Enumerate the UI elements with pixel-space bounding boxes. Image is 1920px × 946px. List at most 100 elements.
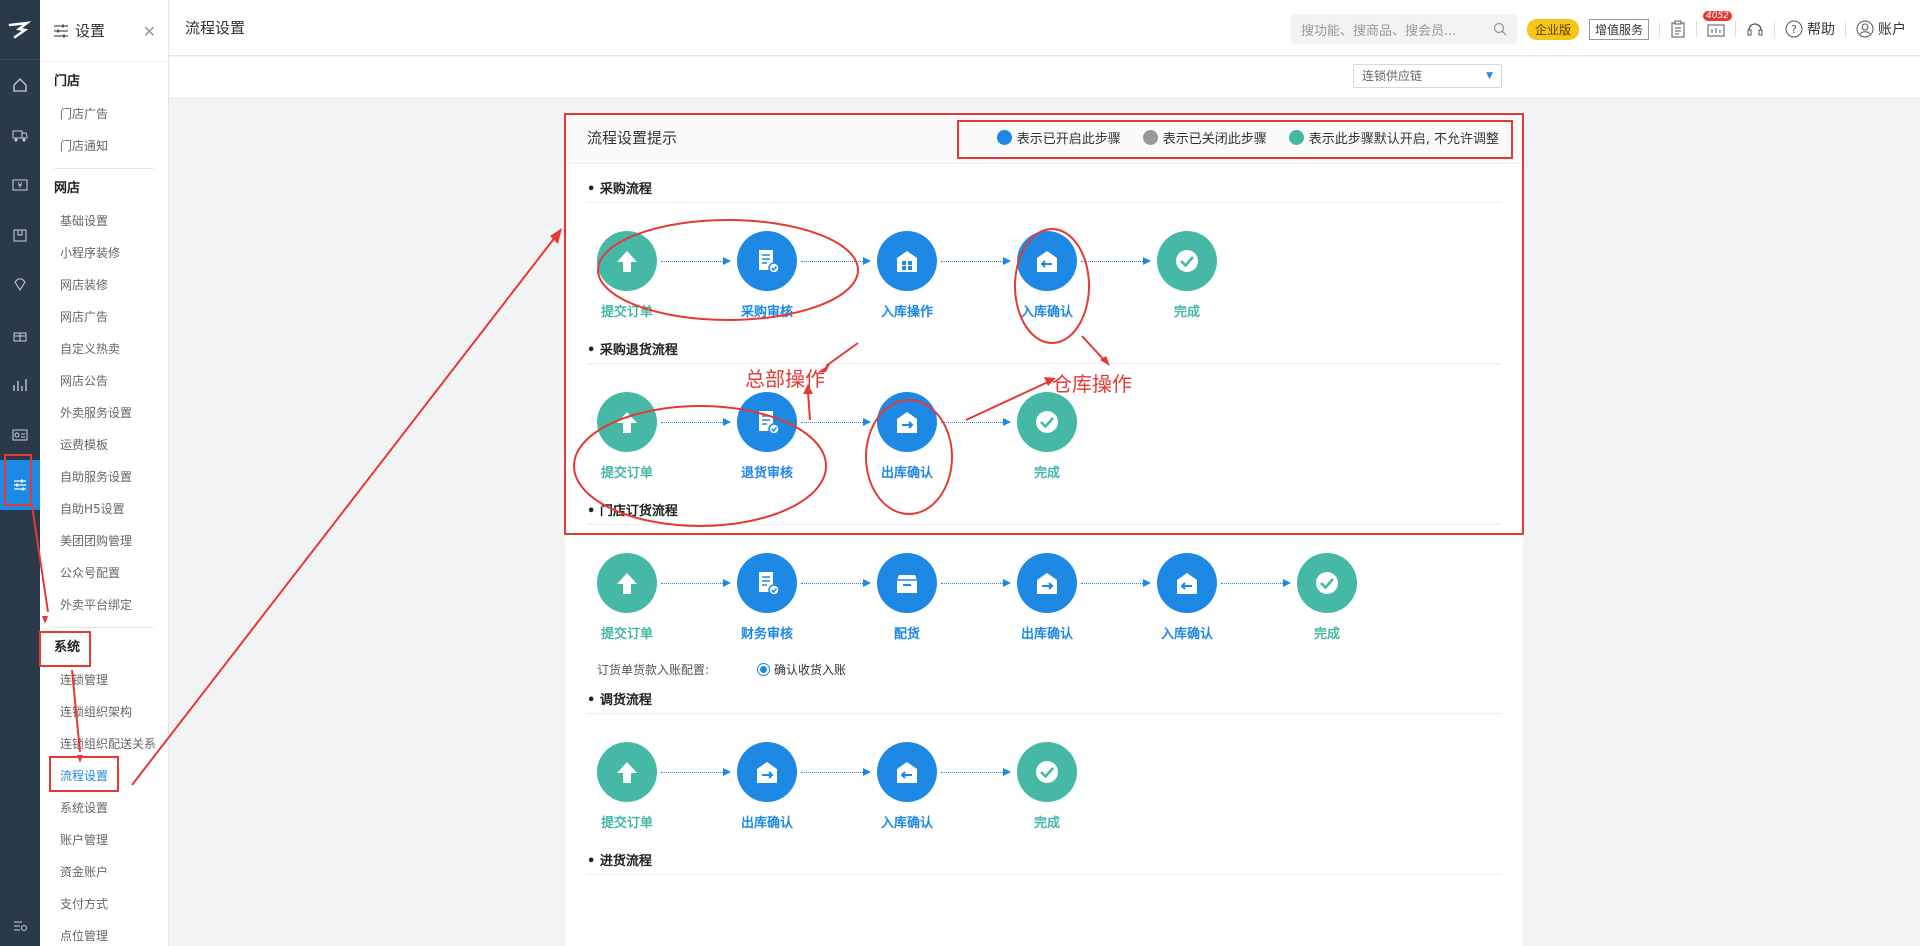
confirm-receipt-radio[interactable]: 确认收货入账 xyxy=(757,661,846,678)
flow-step[interactable]: 配货 xyxy=(857,553,957,642)
account-button[interactable]: 账户 xyxy=(1856,19,1906,39)
menu-item[interactable]: 系统设置 xyxy=(40,792,168,824)
menu-item[interactable]: 网店公告 xyxy=(40,365,168,397)
menu-item[interactable]: 点位管理 xyxy=(40,920,168,946)
nav-delivery[interactable] xyxy=(0,110,40,160)
flow-step[interactable]: 完成 xyxy=(1277,553,1377,642)
flow-step[interactable]: 出库确认 xyxy=(857,392,957,481)
chain-select[interactable]: 连锁供应链 ▼ xyxy=(1353,64,1502,88)
topbar: 流程设置 搜功能、搜商品、搜会员... 企业版 增值服务 4052 ? 帮助 账户 xyxy=(169,0,1920,56)
menu-item[interactable]: 支付方式 xyxy=(40,888,168,920)
close-icon[interactable]: ✕ xyxy=(143,22,156,41)
warehouse-icon xyxy=(877,231,937,291)
flow-step[interactable]: 财务审核 xyxy=(717,553,817,642)
user-icon xyxy=(1856,20,1874,38)
sliders-icon xyxy=(14,479,26,491)
svg-text:?: ? xyxy=(1791,23,1797,36)
legend: 表示已开启此步骤 表示已关闭此步骤 表示此步骤默认开启, 不允许调整 xyxy=(996,128,1499,147)
menu-item[interactable]: 自助H5设置 xyxy=(40,493,168,525)
flow-step[interactable]: 完成 xyxy=(1137,231,1237,320)
nav-goods[interactable] xyxy=(0,210,40,260)
app-logo[interactable] xyxy=(0,0,40,60)
menu-item[interactable]: 运费模板 xyxy=(40,429,168,461)
flow-step[interactable]: 提交订单 xyxy=(577,231,677,320)
nav-marketing[interactable] xyxy=(0,310,40,360)
menu-item[interactable]: 小程序装修 xyxy=(40,237,168,269)
flow-step[interactable]: 提交订单 xyxy=(577,553,677,642)
upload-icon xyxy=(597,392,657,452)
menu-item[interactable]: 网店装修 xyxy=(40,269,168,301)
nav-cashier[interactable]: ¥ xyxy=(0,160,40,210)
nav-home[interactable] xyxy=(0,60,40,110)
legend-dot xyxy=(1142,130,1158,145)
clipboard-button[interactable] xyxy=(1670,20,1686,38)
flow-step[interactable]: 出库确认 xyxy=(717,742,817,831)
menu-item[interactable]: 账户管理 xyxy=(40,824,168,856)
support-button[interactable] xyxy=(1746,20,1764,38)
flow-step[interactable]: 入库确认 xyxy=(857,742,957,831)
menu-group-title: 网店 xyxy=(54,181,81,196)
flow-step[interactable]: 完成 xyxy=(997,392,1097,481)
menu-item[interactable]: 门店通知 xyxy=(40,130,168,162)
menu-item[interactable]: 流程设置 xyxy=(40,760,168,792)
flow-steps: 提交订单 退货审核 出库确认 完成 xyxy=(565,364,1523,494)
diamond-icon xyxy=(14,278,26,291)
value-added-service-button[interactable]: 增值服务 xyxy=(1588,18,1649,40)
menu-item[interactable]: 网店广告 xyxy=(40,301,168,333)
flow-step[interactable]: 入库确认 xyxy=(997,231,1097,320)
flow-step[interactable]: 提交订单 xyxy=(577,742,677,831)
logo-icon xyxy=(8,20,32,38)
flow-step[interactable]: 采购审核 xyxy=(717,231,817,320)
enterprise-badge[interactable]: 企业版 xyxy=(1526,18,1579,40)
flow-step-label: 完成 xyxy=(1313,627,1340,642)
flow-step[interactable]: 退货审核 xyxy=(717,392,817,481)
nav-member[interactable] xyxy=(0,260,40,310)
menu-item[interactable]: 基础设置 xyxy=(40,205,168,237)
nav-search-menu[interactable] xyxy=(0,906,40,946)
message-button[interactable]: 4052 xyxy=(1703,11,1732,37)
nav-settings[interactable] xyxy=(0,460,40,510)
menu-item[interactable]: 连锁组织配送关系 xyxy=(40,728,168,760)
menu-header: 设置 ✕ xyxy=(40,0,168,62)
menu-item[interactable]: 自助服务设置 xyxy=(40,461,168,493)
menu-item[interactable]: 门店广告 xyxy=(40,98,168,130)
menu-item[interactable]: 连锁组织架构 xyxy=(40,696,168,728)
flow-step[interactable]: 提交订单 xyxy=(577,392,677,481)
flow-step-label: 提交订单 xyxy=(600,305,653,320)
flows: • 采购流程 提交订单 采购审核 入库操作 入库确认 完成 • 采购退货流程 提交订单 退货审核… xyxy=(565,178,1523,875)
flow-step-label: 出库确认 xyxy=(880,466,933,481)
menu-item[interactable]: 连锁管理 xyxy=(40,664,168,696)
flow-step[interactable]: 入库确认 xyxy=(1137,553,1237,642)
menu-item[interactable]: 美团团购管理 xyxy=(40,525,168,557)
menu-item[interactable]: 资金账户 xyxy=(40,856,168,888)
truck-icon xyxy=(12,130,28,142)
flow-section-title: • 采购流程 xyxy=(587,182,652,197)
flow-step-label: 退货审核 xyxy=(740,466,793,481)
flow-step-label: 采购审核 xyxy=(740,305,793,320)
legend-label: 表示已关闭此步骤 xyxy=(1162,132,1267,147)
menu-groups: 门店 门店广告 门店通知 网店 基础设置 小程序装修 网店装修 网店广告 自定义热卖 网店公告 外卖… xyxy=(40,66,168,946)
inbound-icon xyxy=(1017,231,1077,291)
help-button[interactable]: ? 帮助 xyxy=(1785,19,1835,39)
doc-check-icon xyxy=(737,553,797,613)
check-icon xyxy=(1297,553,1357,613)
topbar-actions: 搜功能、搜商品、搜会员... 企业版 增值服务 4052 ? 帮助 账户 xyxy=(1290,11,1906,44)
menu-item[interactable]: 自定义热卖 xyxy=(40,333,168,365)
flow-step[interactable]: 出库确认 xyxy=(997,553,1097,642)
menu-item[interactable]: 外卖平台绑定 xyxy=(40,589,168,621)
flow-step[interactable]: 完成 xyxy=(997,742,1097,831)
upload-icon xyxy=(597,742,657,802)
menu-item[interactable]: 公众号配置 xyxy=(40,557,168,589)
nav-report[interactable] xyxy=(0,360,40,410)
search-input[interactable]: 搜功能、搜商品、搜会员... xyxy=(1290,14,1517,44)
doc-check-icon xyxy=(737,392,797,452)
flow-step-label: 完成 xyxy=(1033,466,1060,481)
outbound-icon xyxy=(877,392,937,452)
nav-staff[interactable] xyxy=(0,410,40,460)
flow-step[interactable]: 入库操作 xyxy=(857,231,957,320)
menu-item[interactable]: 外卖服务设置 xyxy=(40,397,168,429)
flow-settings-card: 流程设置提示 表示已开启此步骤 表示已关闭此步骤 表示此步骤默认开启, 不允许调整 … xyxy=(565,112,1523,946)
divider xyxy=(1774,21,1775,37)
radio-selected-icon xyxy=(757,662,771,676)
inbound-icon xyxy=(877,742,937,802)
